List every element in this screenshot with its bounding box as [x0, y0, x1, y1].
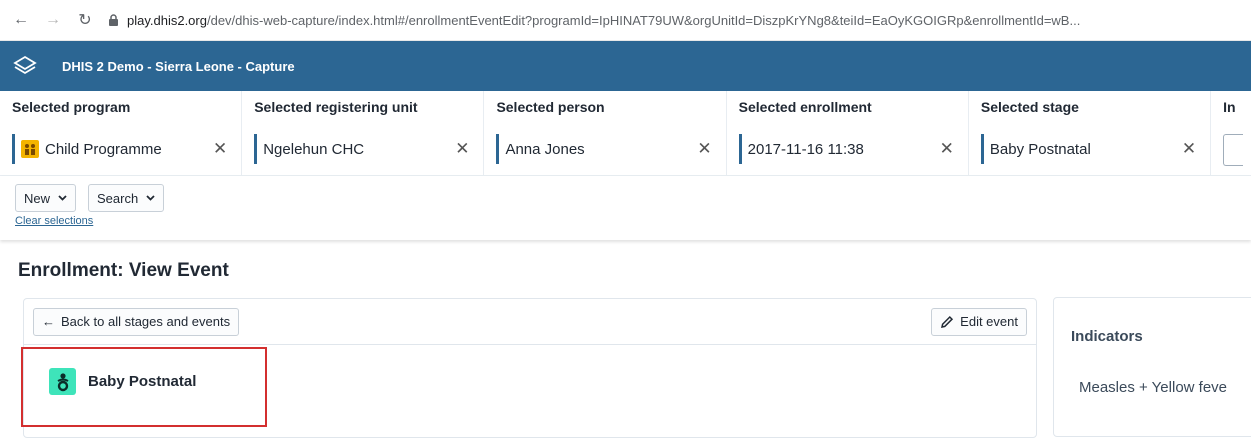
- selection-indicator: [738, 134, 742, 164]
- clear-enrollment-icon[interactable]: ✕: [940, 139, 954, 159]
- pencil-icon: [941, 315, 954, 328]
- lock-icon: [109, 13, 118, 26]
- clear-selections-link[interactable]: Clear selections: [15, 215, 1236, 227]
- selected-org-unit-label: Selected registering unit: [254, 99, 418, 115]
- indicator-item: Measles + Yellow feve: [1079, 379, 1228, 396]
- page-title: Enrollment: View Event: [18, 260, 229, 281]
- search-dropdown-button[interactable]: Search: [88, 184, 165, 212]
- address-bar[interactable]: play.dhis2.org/dev/dhis-web-capture/inde…: [108, 13, 1080, 28]
- search-button-label: Search: [97, 190, 139, 206]
- indicators-panel: Indicators Measles + Yellow feve: [1053, 297, 1251, 437]
- new-button-label: New: [24, 190, 51, 206]
- new-dropdown-button[interactable]: New: [15, 184, 77, 212]
- selected-enrollment: Selected enrollment 2017-11-16 11:38 ✕: [727, 91, 969, 175]
- url-host: play.dhis2.org: [127, 12, 207, 28]
- selection-indicator: [980, 134, 984, 164]
- app-title: DHIS 2 Demo - Sierra Leone - Capture: [62, 58, 295, 74]
- baby-stage-icon: [49, 368, 76, 395]
- selected-person: Selected person Anna Jones ✕: [484, 91, 727, 175]
- chevron-down-icon: [146, 195, 155, 201]
- extra-input[interactable]: [1223, 134, 1244, 166]
- selected-person-value: Anna Jones: [505, 140, 585, 158]
- clear-org-unit-icon[interactable]: ✕: [455, 139, 469, 159]
- reload-icon[interactable]: ↻: [76, 11, 94, 29]
- selected-org-unit: Selected registering unit Ngelehun CHC ✕: [242, 91, 485, 175]
- selected-stage-label: Selected stage: [980, 99, 1079, 115]
- selection-bar: Selected program Child Programme ✕ Selec…: [0, 91, 1251, 176]
- dhis2-logo-icon[interactable]: [10, 51, 40, 81]
- clear-program-icon[interactable]: ✕: [213, 139, 227, 159]
- selected-extra: In: [1211, 91, 1251, 175]
- selection-indicator: [496, 134, 500, 164]
- event-panel: ← Back to all stages and events Edit eve…: [21, 298, 1037, 438]
- browser-toolbar: ← → ↻ play.dhis2.org/dev/dhis-web-captur…: [0, 0, 1251, 41]
- stage-name: Baby Postnatal: [88, 373, 197, 390]
- back-button-label: Back to all stages and events: [61, 314, 231, 329]
- selected-extra-label: In: [1223, 99, 1236, 115]
- selection-indicator: [12, 134, 15, 164]
- forward-arrow-icon[interactable]: →: [44, 11, 62, 29]
- arrow-left-icon: ←: [42, 314, 55, 329]
- selected-program-label: Selected program: [12, 99, 131, 115]
- selected-stage-value: Baby Postnatal: [989, 140, 1091, 158]
- selection-indicator: [254, 134, 258, 164]
- selected-enrollment-label: Selected enrollment: [738, 99, 872, 115]
- back-to-stages-button[interactable]: ← Back to all stages and events: [33, 307, 240, 336]
- chevron-down-icon: [58, 195, 67, 201]
- edit-button-label: Edit event: [960, 314, 1018, 329]
- edit-event-button[interactable]: Edit event: [931, 307, 1027, 336]
- url-path: /dev/dhis-web-capture/index.html#/enroll…: [206, 12, 1081, 28]
- clear-stage-icon[interactable]: ✕: [1182, 139, 1196, 159]
- actions-bar: New Search Clear selections: [0, 176, 1251, 240]
- app-header: DHIS 2 Demo - Sierra Leone - Capture: [0, 41, 1251, 91]
- clear-person-icon[interactable]: ✕: [697, 139, 711, 159]
- back-arrow-icon[interactable]: ←: [12, 11, 30, 29]
- selected-enrollment-value: 2017-11-16 11:38: [747, 140, 864, 158]
- selected-org-unit-value: Ngelehun CHC: [263, 140, 365, 158]
- selected-program: Selected program Child Programme ✕: [0, 91, 243, 175]
- stage-highlight: Baby Postnatal: [21, 347, 267, 427]
- program-icon: [21, 140, 39, 158]
- indicators-title: Indicators: [1071, 328, 1143, 345]
- selected-person-label: Selected person: [496, 99, 605, 115]
- selected-stage: Selected stage Baby Postnatal ✕: [969, 91, 1212, 175]
- selected-program-value: Child Programme: [45, 140, 162, 158]
